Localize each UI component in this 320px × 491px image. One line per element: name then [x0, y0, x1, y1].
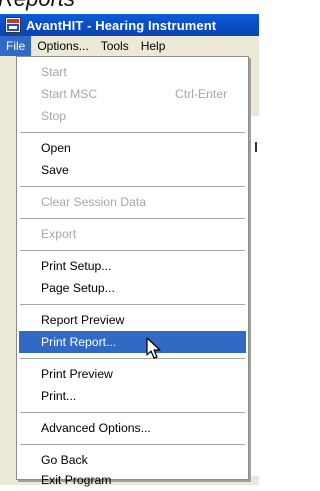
menu-item-label: Exit Program: [41, 473, 112, 487]
menu-item-label: Save: [41, 163, 69, 177]
menu-item-label: Advanced Options...: [41, 421, 151, 435]
background-document-text: Reports: [0, 0, 75, 12]
menu-item-label: Print Preview: [41, 367, 113, 381]
menu-separator: [20, 250, 245, 251]
menu-separator: [20, 444, 245, 445]
menu-item-report-preview[interactable]: Report Preview: [19, 309, 246, 331]
menu-item-print-report[interactable]: Print Report...: [19, 331, 246, 353]
menu-item-label: Report Preview: [41, 313, 125, 327]
menu-item-advanced-options[interactable]: Advanced Options...: [19, 417, 246, 439]
menu-item-print-preview[interactable]: Print Preview: [19, 363, 246, 385]
menu-item-label: Export: [41, 227, 77, 241]
menu-help[interactable]: Help: [135, 36, 172, 56]
file-menu-dropdown: Start Start MSC Ctrl-Enter Stop Open Sav…: [16, 56, 249, 487]
menu-item-shortcut: Ctrl-Enter: [175, 87, 228, 101]
menu-item-label: Print Setup...: [41, 259, 112, 273]
menu-item-label: Print...: [41, 389, 77, 403]
menu-item-open[interactable]: Open: [19, 137, 246, 159]
menu-item-exit-program[interactable]: Exit Program: [19, 471, 246, 487]
menu-tools[interactable]: Tools: [95, 36, 135, 56]
menu-item-label: Go Back: [41, 453, 88, 467]
menu-item-label: Start MSC: [41, 87, 98, 101]
window-title-bar[interactable]: AvantHIT - Hearing Instrument: [0, 14, 259, 36]
menu-item-start-msc[interactable]: Start MSC Ctrl-Enter: [19, 83, 246, 105]
menu-options[interactable]: Options...: [31, 36, 94, 56]
menu-bar: File Options... Tools Help: [0, 36, 259, 56]
menu-separator: [20, 412, 245, 413]
menu-item-stop[interactable]: Stop: [19, 105, 246, 127]
menu-item-label: Open: [41, 141, 71, 155]
menu-item-label: Print Report...: [41, 335, 117, 349]
menu-item-print[interactable]: Print...: [19, 385, 246, 407]
menu-item-label: Stop: [41, 109, 67, 123]
arrow-cursor-icon: [146, 337, 161, 359]
menu-item-label: Clear Session Data: [41, 195, 146, 209]
menu-item-page-setup[interactable]: Page Setup...: [19, 277, 246, 299]
menu-file[interactable]: File: [0, 36, 32, 56]
menu-item-go-back[interactable]: Go Back: [19, 449, 246, 471]
menu-item-label: Start: [41, 65, 67, 79]
menu-separator: [20, 186, 245, 187]
avanthit-app-icon: [5, 17, 21, 33]
menu-separator: [20, 304, 245, 305]
window-title: AvantHIT - Hearing Instrument: [26, 17, 217, 33]
menu-item-clear-session-data[interactable]: Clear Session Data: [19, 191, 246, 213]
menu-item-start[interactable]: Start: [19, 61, 246, 83]
menu-item-label: Page Setup...: [41, 281, 115, 295]
menu-item-export[interactable]: Export: [19, 223, 246, 245]
menu-separator: [20, 218, 245, 219]
menu-item-save[interactable]: Save: [19, 159, 246, 181]
menu-separator: [20, 358, 245, 359]
menu-item-print-setup[interactable]: Print Setup...: [19, 255, 246, 277]
menu-separator: [20, 132, 245, 133]
panel-edge-mark: [255, 142, 257, 152]
